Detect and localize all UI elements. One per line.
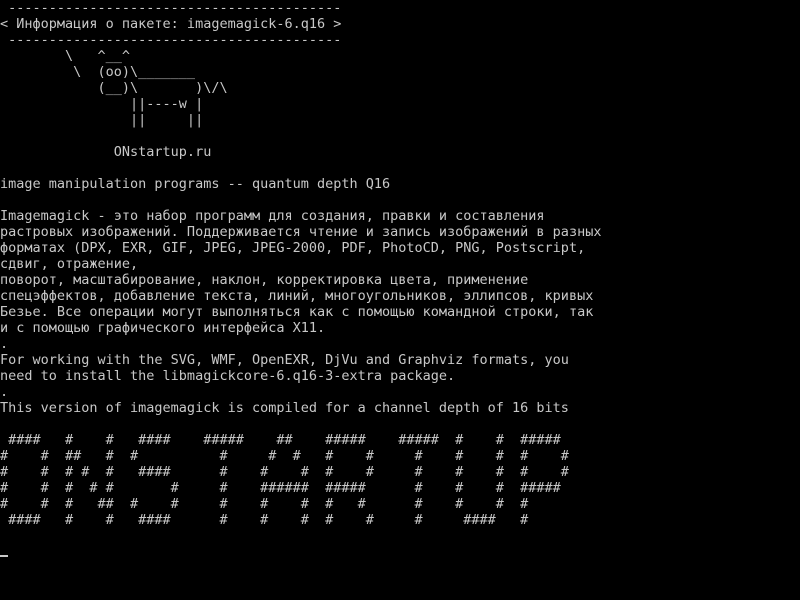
terminal-line: For working with the SVG, WMF, OpenEXR, … — [0, 352, 569, 368]
terminal-console[interactable]: ----------------------------------------… — [0, 0, 800, 600]
text-cursor — [0, 555, 8, 557]
terminal-line: Imagemagick - это набор программ для соз… — [0, 208, 545, 224]
terminal-line: ONstartup.ru — [0, 144, 212, 160]
terminal-line: #### # # #### ##### ## ##### ##### # # #… — [0, 432, 561, 448]
terminal-line: || || — [0, 112, 204, 128]
terminal-line: ----------------------------------------… — [0, 32, 342, 48]
terminal-line: \ (oo)\_______ — [0, 64, 196, 80]
terminal-line: форматах (DPX, EXR, GIF, JPEG, JPEG-2000… — [0, 240, 586, 256]
terminal-line: растровых изображений. Поддерживается чт… — [0, 224, 602, 240]
terminal-line: (__)\ )\/\ — [0, 80, 228, 96]
terminal-line: #### # # #### # # # # # # #### # — [0, 512, 529, 528]
terminal-line: ----------------------------------------… — [0, 0, 342, 16]
terminal-line: image manipulation programs -- quantum d… — [0, 176, 391, 192]
terminal-output: ----------------------------------------… — [0, 0, 601, 528]
terminal-line: . — [0, 336, 9, 352]
terminal-line: поворот, масштабирование, наклон, коррек… — [0, 272, 529, 288]
terminal-line: ||----w | — [0, 96, 204, 112]
terminal-line: Безье. Все операции могут выполняться ка… — [0, 304, 594, 320]
terminal-line: # # # ## # # # # # # # # # # # — [0, 496, 529, 512]
terminal-line: This version of imagemagick is compiled … — [0, 400, 569, 416]
terminal-line: # # # # # # # ###### ##### # # # ##### — [0, 480, 561, 496]
terminal-line: . — [0, 384, 9, 400]
terminal-line: < Информация о пакете: imagemagick-6.q16… — [0, 16, 342, 32]
terminal-line: # # # # # #### # # # # # # # # # # — [0, 464, 569, 480]
terminal-line: # # ## # # # # # # # # # # # # — [0, 448, 569, 464]
terminal-line: need to install the libmagickcore-6.q16-… — [0, 368, 456, 384]
terminal-line: спецэффектов, добавление текста, линий, … — [0, 288, 594, 304]
terminal-line: и с помощью графического интерфейса X11. — [0, 320, 326, 336]
terminal-line: \ ^__^ — [0, 48, 131, 64]
terminal-line: сдвиг, отражение, — [0, 256, 139, 272]
